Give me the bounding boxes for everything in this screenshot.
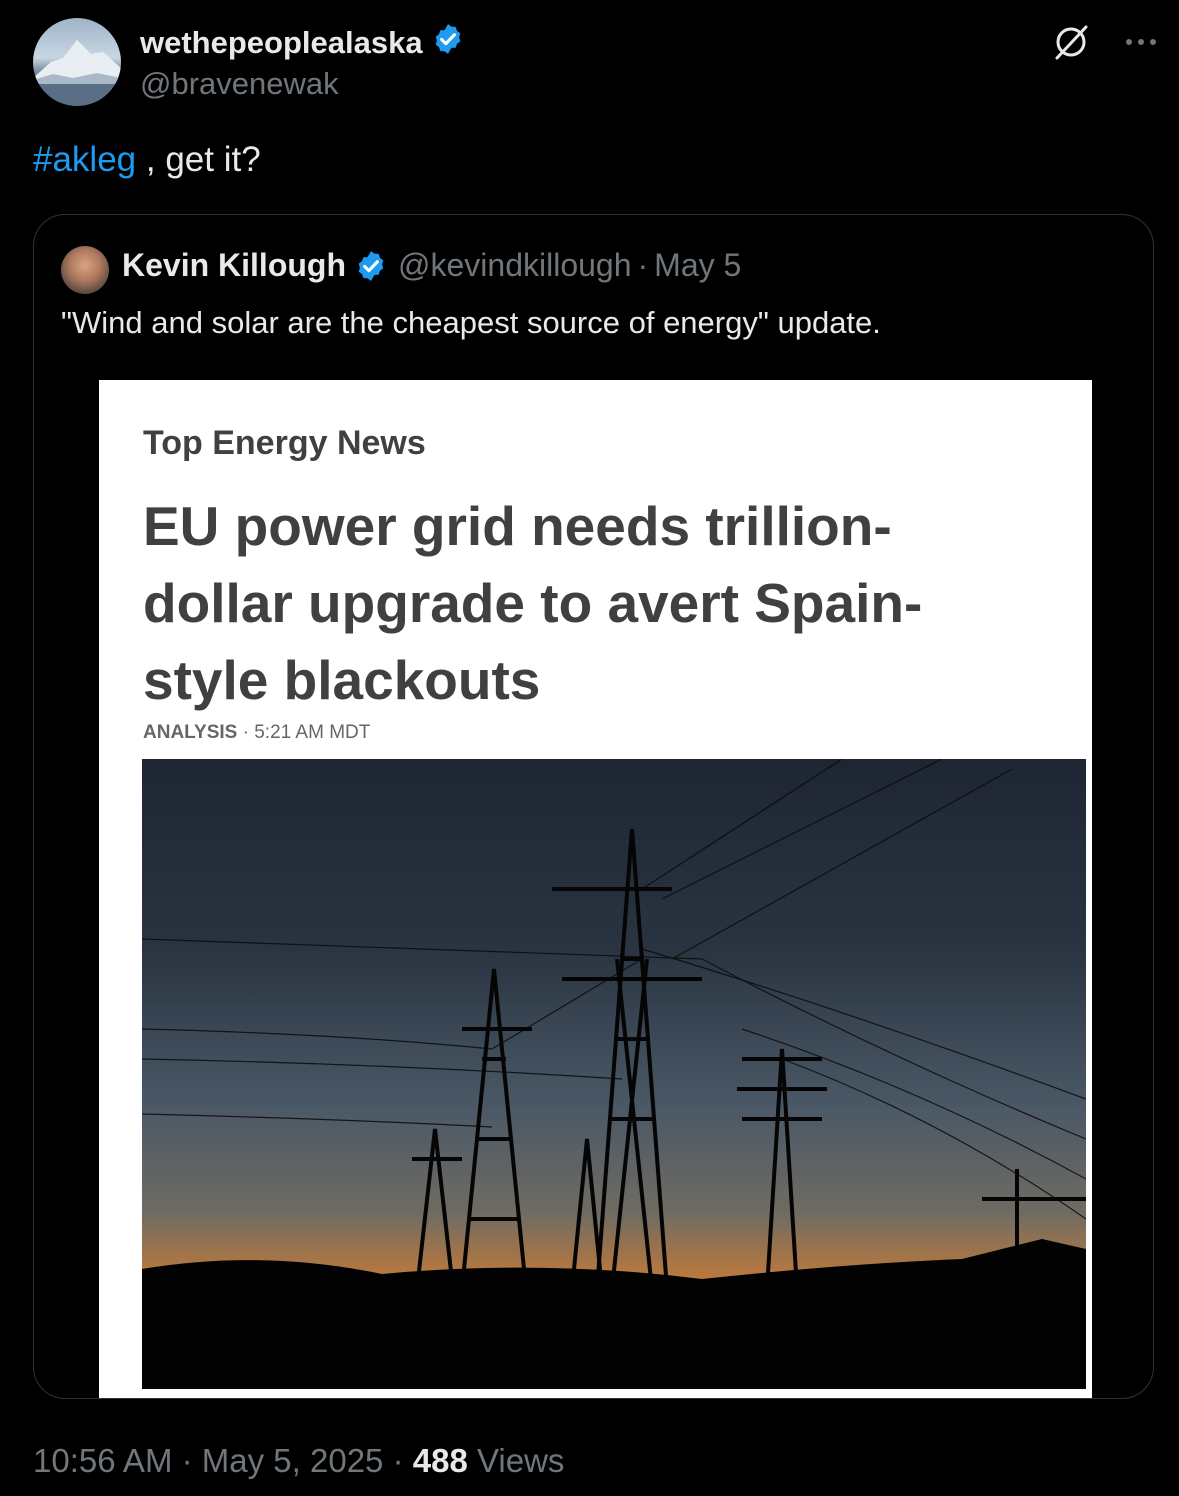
author-avatar[interactable] (33, 18, 121, 106)
headline-line: style blackouts (143, 649, 541, 711)
quoted-tweet[interactable]: Kevin Killough @kevindkillough · May 5 "… (33, 214, 1154, 1399)
power-lines-photo (142, 759, 1086, 1389)
quoted-avatar[interactable] (61, 246, 109, 294)
article-time: 5:21 AM MDT (254, 722, 371, 743)
tweet-body: , get it? (136, 140, 261, 179)
article-image[interactable]: Top Energy News EU power grid needs tril… (99, 380, 1092, 1398)
article-headline: EU power grid needs trillion- dollar upg… (143, 488, 1023, 719)
article-section: Top Energy News (143, 424, 426, 462)
views-count: 488 (412, 1442, 468, 1479)
tweet-text: #akleg , get it? (33, 140, 261, 180)
author-name[interactable]: wethepeoplealaska (140, 25, 423, 61)
headline-line: EU power grid needs trillion- (143, 495, 892, 557)
verified-badge-icon (354, 249, 388, 283)
more-icon[interactable] (1121, 22, 1161, 62)
quoted-header: Kevin Killough @kevindkillough · May 5 (122, 247, 741, 284)
article-kind: ANALYSIS (143, 722, 238, 743)
tweet-date[interactable]: May 5, 2025 (202, 1442, 384, 1479)
quoted-name[interactable]: Kevin Killough (122, 247, 346, 284)
separator-dot: · (392, 1442, 413, 1479)
hashtag-link[interactable]: #akleg (33, 140, 136, 179)
tweet-actions (1051, 22, 1161, 62)
tweet-time[interactable]: 10:56 AM (33, 1442, 172, 1479)
separator-dot: · (242, 722, 255, 743)
tweet-timestamp: 10:56 AM · May 5, 2025 · 488 Views (33, 1442, 564, 1480)
quoted-text: "Wind and solar are the cheapest source … (61, 305, 881, 340)
views-label: Views (476, 1442, 565, 1479)
verified-badge-icon (431, 22, 465, 64)
article-meta: ANALYSIS · 5:21 AM MDT (143, 722, 370, 744)
author-name-row[interactable]: wethepeoplealaska (140, 22, 465, 64)
quoted-handle[interactable]: @kevindkillough (398, 247, 632, 284)
separator-dot: · (637, 247, 649, 283)
headline-line: dollar upgrade to avert Spain- (143, 572, 923, 634)
quoted-date[interactable]: May 5 (654, 247, 741, 284)
grok-icon[interactable] (1051, 22, 1091, 62)
separator-dot: · (181, 1442, 202, 1479)
author-handle[interactable]: @bravenewak (140, 66, 339, 102)
